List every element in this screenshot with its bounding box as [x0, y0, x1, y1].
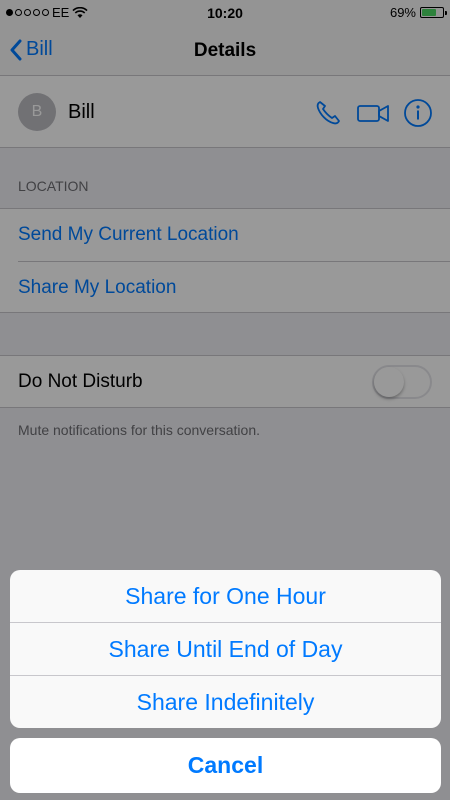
action-sheet: Share for One Hour Share Until End of Da…	[10, 570, 441, 728]
share-one-hour-button[interactable]: Share for One Hour	[10, 570, 441, 622]
share-indefinitely-button[interactable]: Share Indefinitely	[10, 676, 441, 728]
cancel-button[interactable]: Cancel	[10, 738, 441, 793]
share-end-of-day-button[interactable]: Share Until End of Day	[10, 623, 441, 675]
